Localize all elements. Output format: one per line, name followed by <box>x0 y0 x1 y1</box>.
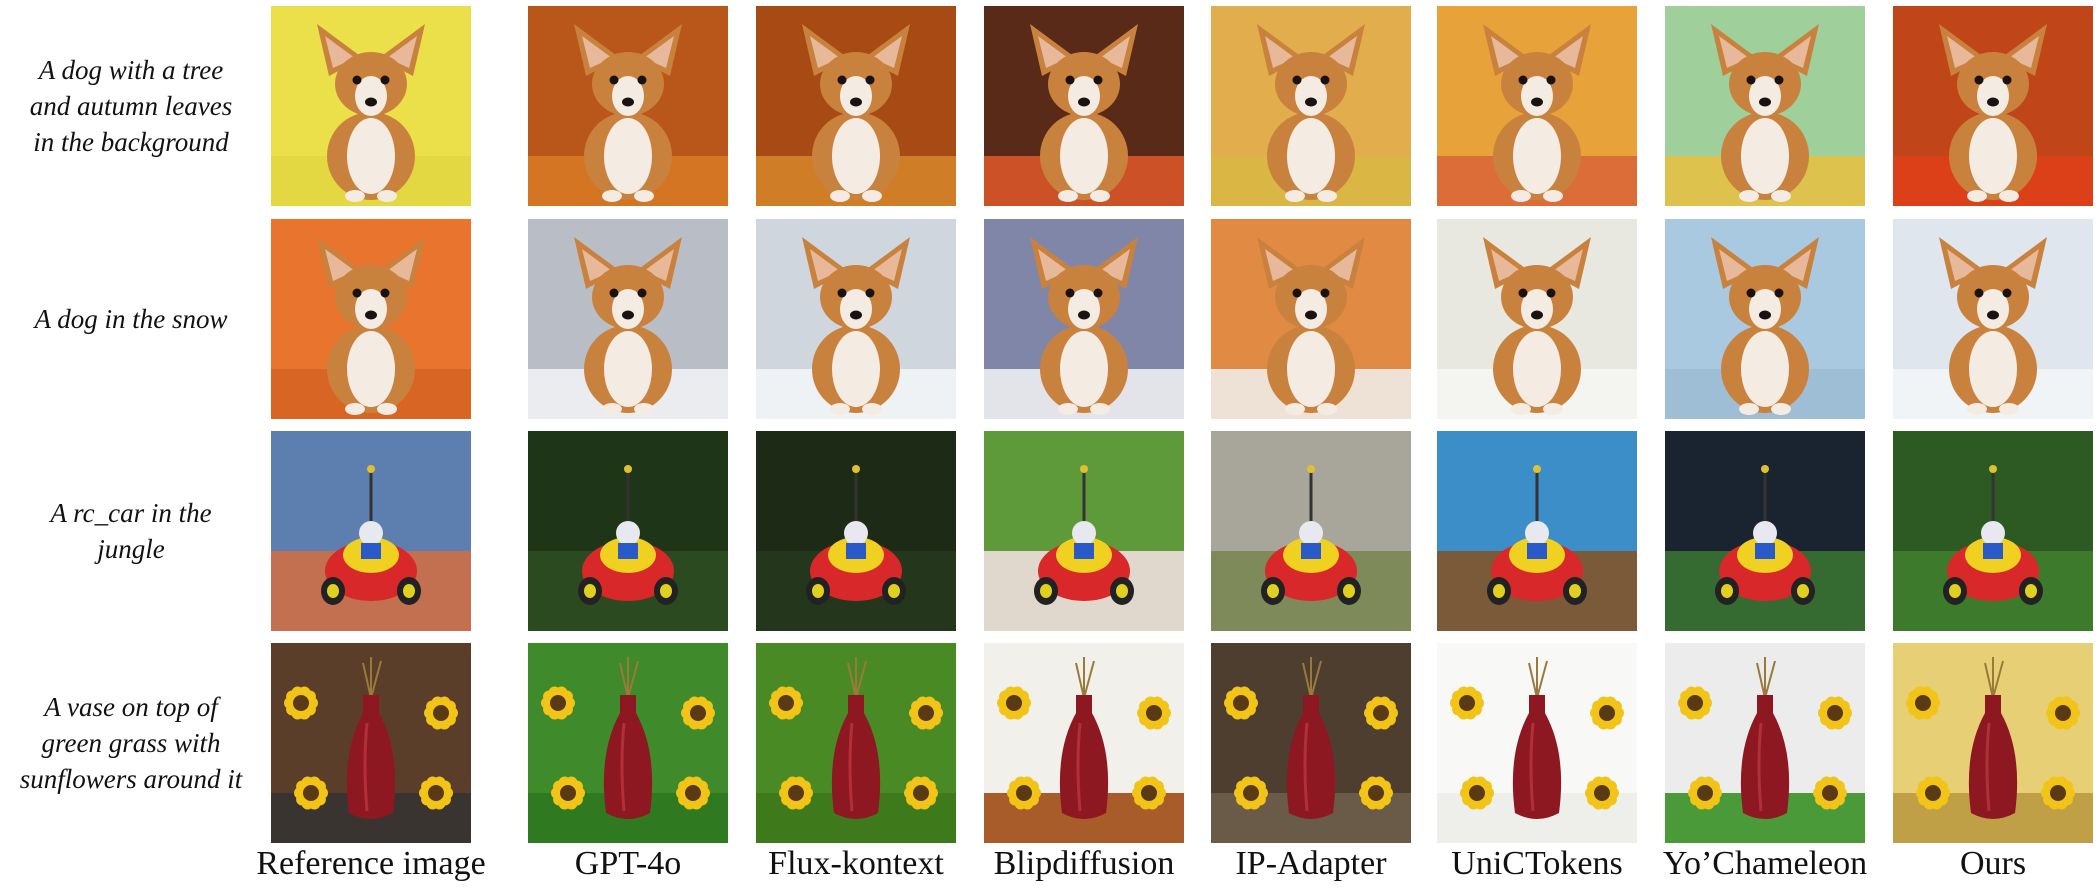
image-dog-row-2-col-4 <box>984 219 1184 419</box>
row-2-prompt: A dog in the snow <box>34 304 228 334</box>
image-dog-row-2-col-2 <box>528 219 728 419</box>
column-label-4: Blipdiffusion <box>993 845 1175 882</box>
image-vase-row-4-col-3 <box>756 643 956 843</box>
image-vase-row-4-col-1 <box>271 643 471 843</box>
image-dog-row-2-col-7 <box>1665 219 1865 419</box>
image-vase-row-4-col-2 <box>528 643 728 843</box>
image-dog-row-1-col-7 <box>1665 6 1865 206</box>
image-car-row-3-col-3 <box>756 431 956 631</box>
comparison-figure: A dog with a tree and autumn leaves in t… <box>0 0 2099 896</box>
image-dog-row-2-col-6 <box>1437 219 1637 419</box>
column-label-1: Reference image <box>256 845 486 882</box>
image-car-row-3-col-4 <box>984 431 1184 631</box>
image-dog-row-1-col-4 <box>984 6 1184 206</box>
image-dog-row-1-col-2 <box>528 6 728 206</box>
image-dog-row-2-col-8 <box>1893 219 2093 419</box>
image-dog-row-1-col-1 <box>271 6 471 206</box>
image-car-row-3-col-1 <box>271 431 471 631</box>
image-vase-row-4-col-5 <box>1211 643 1411 843</box>
image-dog-row-2-col-5 <box>1211 219 1411 419</box>
column-label-5: IP-Adapter <box>1235 845 1387 882</box>
row-4-prompt: A vase on top of green grass with sunflo… <box>19 692 243 794</box>
image-vase-row-4-col-7 <box>1665 643 1865 843</box>
image-car-row-3-col-8 <box>1893 431 2093 631</box>
row-1-prompt: A dog with a tree and autumn leaves in t… <box>29 55 233 157</box>
image-dog-row-1-col-8 <box>1893 6 2093 206</box>
image-car-row-3-col-7 <box>1665 431 1865 631</box>
column-label-8: Ours <box>1959 845 2027 882</box>
row-3-prompt: A rc_car in the jungle <box>50 498 212 564</box>
column-label-2: GPT-4o <box>574 845 682 882</box>
column-label-6: UniCTokens <box>1451 845 1623 882</box>
image-car-row-3-col-6 <box>1437 431 1637 631</box>
image-dog-row-1-col-3 <box>756 6 956 206</box>
image-car-row-3-col-5 <box>1211 431 1411 631</box>
image-vase-row-4-col-4 <box>984 643 1184 843</box>
image-car-row-3-col-2 <box>528 431 728 631</box>
image-dog-row-1-col-5 <box>1211 6 1411 206</box>
image-dog-row-1-col-6 <box>1437 6 1637 206</box>
column-label-3: Flux-kontext <box>768 845 944 882</box>
image-dog-row-2-col-3 <box>756 219 956 419</box>
image-vase-row-4-col-8 <box>1893 643 2093 843</box>
image-vase-row-4-col-6 <box>1437 643 1637 843</box>
column-label-7: Yo’Chameleon <box>1662 845 1868 882</box>
image-dog-row-2-col-1 <box>271 219 471 419</box>
